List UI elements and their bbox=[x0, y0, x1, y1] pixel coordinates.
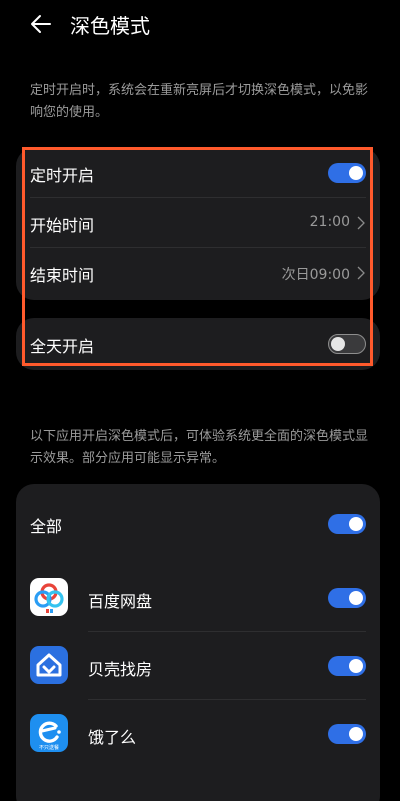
apps-description: 以下应用开启深色模式后，可体验系统更全面的深色模式显示效果。部分应用可能显示异常… bbox=[30, 429, 369, 466]
all-day-toggle[interactable] bbox=[328, 334, 366, 354]
toggle-knob bbox=[349, 517, 363, 531]
app-name: 贝壳找房 bbox=[88, 660, 153, 679]
beike-icon bbox=[30, 646, 68, 684]
toggle-knob bbox=[349, 727, 363, 741]
all-apps-label: 全部 bbox=[30, 517, 63, 536]
schedule-toggle-row[interactable]: 定时开启 bbox=[16, 148, 380, 198]
eleme-icon: 不只送餐 bbox=[30, 714, 68, 752]
start-time-label: 开始时间 bbox=[30, 216, 95, 235]
all-apps-row[interactable]: 全部 bbox=[16, 484, 380, 564]
all-apps-toggle[interactable] bbox=[328, 514, 366, 534]
app-toggle[interactable] bbox=[328, 588, 366, 608]
apps-card: 全部 百度网盘 贝壳找房 不只送餐 饿了么 bbox=[16, 484, 380, 801]
toggle-knob bbox=[349, 166, 363, 180]
chevron-right-icon bbox=[357, 266, 365, 280]
app-name: 百度网盘 bbox=[88, 592, 153, 611]
all-day-row[interactable]: 全天开启 bbox=[16, 318, 380, 370]
all-day-card: 全天开启 bbox=[16, 318, 380, 370]
app-toggle[interactable] bbox=[328, 656, 366, 676]
schedule-toggle[interactable] bbox=[328, 163, 366, 183]
baidu-netdisk-icon bbox=[30, 578, 68, 616]
start-time-value: 21:00 bbox=[309, 214, 350, 230]
chevron-right-icon bbox=[357, 216, 365, 230]
schedule-card: 定时开启 开始时间 21:00 结束时间 次日09:00 bbox=[16, 148, 380, 300]
header: 深色模式 bbox=[0, 0, 400, 52]
start-time-row[interactable]: 开始时间 21:00 bbox=[16, 198, 380, 248]
toggle-knob bbox=[349, 591, 363, 605]
eleme-icon-text: 不只送餐 bbox=[38, 745, 59, 751]
schedule-label: 定时开启 bbox=[30, 166, 95, 185]
dark-mode-page: 深色模式 定时开启时，系统会在重新亮屏后才切换深色模式，以免影响您的使用。 定时… bbox=[0, 0, 400, 801]
page-title: 深色模式 bbox=[70, 14, 150, 38]
all-day-label: 全天开启 bbox=[30, 337, 95, 356]
app-name: 饿了么 bbox=[88, 728, 137, 747]
end-time-value: 次日09:00 bbox=[281, 267, 350, 283]
end-time-row[interactable]: 结束时间 次日09:00 bbox=[16, 248, 380, 298]
arrow-left-icon[interactable] bbox=[26, 10, 54, 38]
app-toggle[interactable] bbox=[328, 724, 366, 744]
toggle-knob bbox=[331, 337, 345, 351]
schedule-description: 定时开启时，系统会在重新亮屏后才切换深色模式，以免影响您的使用。 bbox=[30, 83, 369, 120]
app-row-baidu[interactable]: 百度网盘 bbox=[16, 564, 380, 632]
app-row-eleme[interactable]: 不只送餐 饿了么 bbox=[16, 700, 380, 768]
end-time-label: 结束时间 bbox=[30, 266, 95, 285]
toggle-knob bbox=[349, 659, 363, 673]
app-row-beike[interactable]: 贝壳找房 bbox=[16, 632, 380, 700]
